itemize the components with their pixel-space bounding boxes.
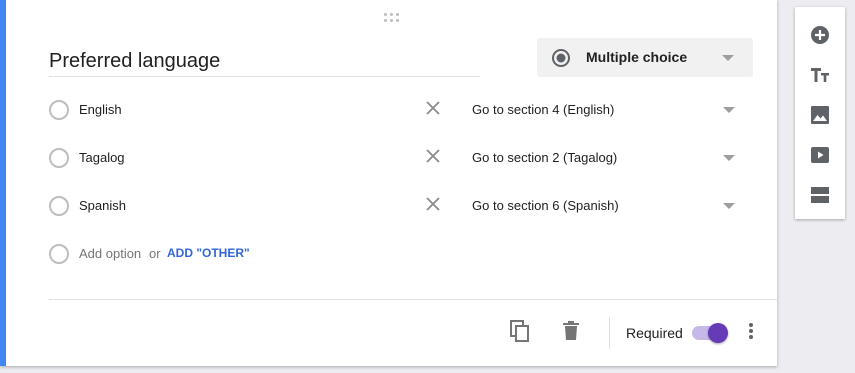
- option-row: Tagalog Go to section 2 (Tagalog): [49, 144, 749, 174]
- add-option-link[interactable]: Add option: [79, 246, 141, 261]
- chevron-down-icon[interactable]: [723, 203, 735, 209]
- delete-icon[interactable]: [559, 319, 583, 348]
- option-row: English Go to section 4 (English): [49, 96, 749, 126]
- side-toolbar: [795, 7, 845, 219]
- go-to-section-select[interactable]: Go to section 6 (Spanish): [472, 198, 619, 213]
- chevron-down-icon[interactable]: [723, 107, 735, 113]
- add-circle-icon[interactable]: [808, 23, 832, 47]
- option-label[interactable]: Tagalog: [79, 150, 125, 165]
- go-to-section-select[interactable]: Go to section 4 (English): [472, 102, 614, 117]
- option-label[interactable]: English: [79, 102, 122, 117]
- copy-icon[interactable]: [508, 319, 532, 348]
- close-icon[interactable]: [424, 195, 442, 213]
- video-icon[interactable]: [808, 143, 832, 167]
- question-type-label: Multiple choice: [586, 49, 688, 65]
- radio-circle-icon: [49, 244, 69, 264]
- close-icon[interactable]: [424, 99, 442, 117]
- footer-divider: [609, 317, 610, 349]
- required-label: Required: [626, 325, 683, 341]
- radio-circle-icon: [49, 148, 69, 168]
- chevron-down-icon[interactable]: [723, 155, 735, 161]
- option-label[interactable]: Spanish: [79, 198, 126, 213]
- add-option-row: Add option or ADD "OTHER": [49, 240, 749, 270]
- more-vert-icon[interactable]: [748, 321, 754, 341]
- add-other-link[interactable]: ADD "OTHER": [167, 246, 250, 260]
- title-icon[interactable]: [808, 63, 832, 87]
- image-icon[interactable]: [808, 103, 832, 127]
- chevron-down-icon: [722, 55, 734, 61]
- section-icon[interactable]: [808, 183, 832, 207]
- question-card: Preferred language Multiple choice Engli…: [0, 0, 779, 366]
- or-text: or: [149, 246, 161, 261]
- option-row: Spanish Go to section 6 (Spanish): [49, 192, 749, 222]
- radio-circle-icon: [49, 196, 69, 216]
- divider: [49, 299, 779, 300]
- question-type-dropdown[interactable]: Multiple choice: [537, 38, 753, 77]
- toggle-thumb: [708, 323, 728, 343]
- radio-circle-icon: [49, 100, 69, 120]
- drag-handle-icon[interactable]: [384, 13, 402, 25]
- question-title-input[interactable]: Preferred language: [49, 48, 480, 77]
- required-toggle[interactable]: [690, 321, 730, 345]
- radio-button-icon: [551, 48, 571, 73]
- go-to-section-select[interactable]: Go to section 2 (Tagalog): [472, 150, 617, 165]
- close-icon[interactable]: [424, 147, 442, 165]
